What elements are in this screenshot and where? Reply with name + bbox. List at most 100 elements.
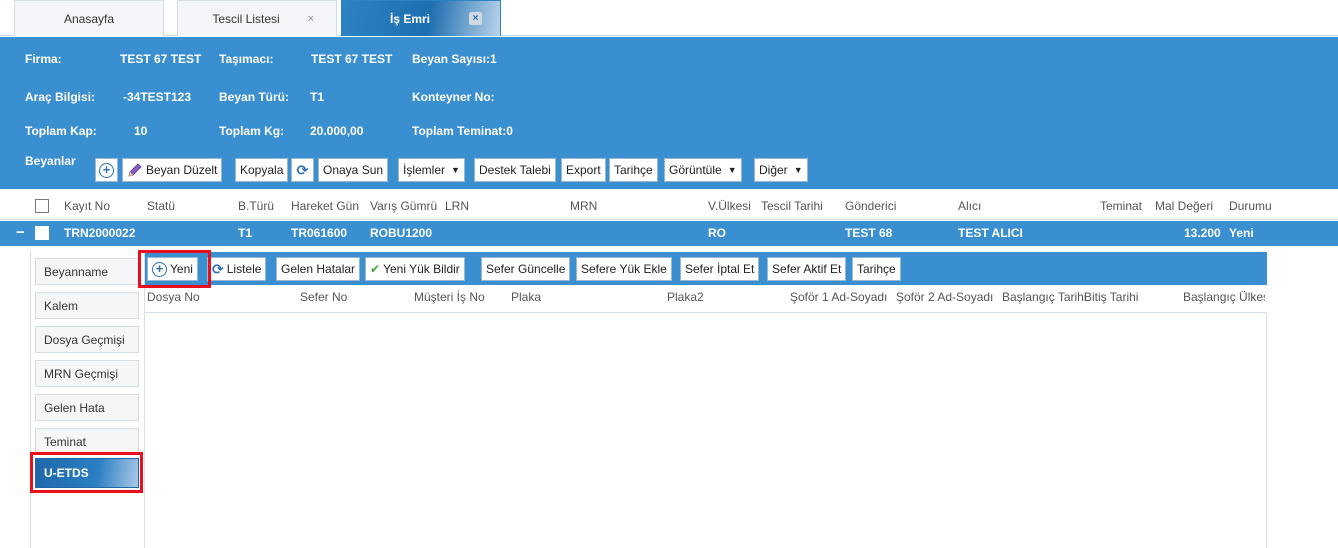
table-row[interactable]: − TRN2000022 T1 TR061600 ROBU1200 RO TES… xyxy=(0,221,1338,246)
cell-mal-degeri: 13.200 xyxy=(1184,226,1221,240)
add-declaration-button[interactable]: + xyxy=(95,158,118,182)
cell-gonderici: TEST 68 xyxy=(845,226,893,240)
button-label: Sefer Aktif Et xyxy=(772,262,842,276)
col-mrn[interactable]: MRN xyxy=(570,199,597,213)
side-item-kalem[interactable]: Kalem xyxy=(35,292,139,319)
caret-down-icon: ▼ xyxy=(793,165,803,175)
gelen-hatalar-button[interactable]: Gelen Hatalar xyxy=(276,257,361,281)
tab-label: Tescil Listesi xyxy=(212,11,280,26)
col-dosya-no[interactable]: Dosya No xyxy=(147,290,200,304)
side-item-u-etds[interactable]: U-ETDS xyxy=(35,458,139,488)
button-label: Destek Talebi xyxy=(479,163,551,177)
col-bitis-tarihi[interactable]: Bitiş Tarihi xyxy=(1084,290,1138,304)
col-baslangic-tarihi[interactable]: Başlangıç Tarihi xyxy=(1002,290,1087,304)
col-v-ulkesi[interactable]: V.Ülkesi xyxy=(708,199,751,213)
sefer-iptal-button[interactable]: Sefer İptal Et xyxy=(680,257,760,281)
button-label: Onaya Sun xyxy=(323,163,384,177)
tab-tescil-listesi[interactable]: Tescil Listesi × xyxy=(177,0,337,36)
export-button[interactable]: Export xyxy=(561,158,606,182)
islemler-dropdown[interactable]: İşlemler ▼ xyxy=(398,158,465,182)
toplam-kap-value: 10 xyxy=(134,124,148,138)
col-hareket-gun[interactable]: Hareket Gün xyxy=(291,199,359,213)
arac-value: -34TEST123 xyxy=(123,90,192,104)
caret-down-icon: ▼ xyxy=(451,165,460,175)
arac-label: Araç Bilgisi: xyxy=(25,90,96,104)
close-icon[interactable]: × xyxy=(308,13,314,25)
col-tescil-tarihi[interactable]: Tescil Tarihi xyxy=(761,199,823,213)
collapse-icon[interactable]: − xyxy=(16,224,25,241)
col-plaka[interactable]: Plaka xyxy=(511,290,541,304)
button-label: Sefere Yük Ekle xyxy=(581,262,667,276)
firma-label: Firma: xyxy=(25,52,62,66)
checkmark-icon: ✔ xyxy=(370,262,381,276)
col-mal-degeri[interactable]: Mal Değeri xyxy=(1155,199,1213,213)
col-b-turu[interactable]: B.Türü xyxy=(238,199,274,213)
col-gonderici[interactable]: Gönderici xyxy=(845,199,896,213)
tarihce-button[interactable]: Tarihçe xyxy=(609,158,658,182)
col-musteri-is-no[interactable]: Müşteri İş No xyxy=(414,290,485,304)
button-label: Export xyxy=(566,163,601,177)
button-label: Listele xyxy=(226,262,262,276)
col-sofor-2[interactable]: Şoför 2 Ad-Soyadı xyxy=(896,290,1001,304)
toplam-teminat: Toplam Teminat:0 xyxy=(412,124,513,138)
side-item-mrn-gecmisi[interactable]: MRN Geçmişi xyxy=(35,360,139,387)
tasimaci-label: Taşımacı: xyxy=(219,52,274,66)
side-item-teminat[interactable]: Teminat xyxy=(35,428,139,455)
tab-is-emri[interactable]: İş Emri × xyxy=(341,0,501,36)
col-durumu[interactable]: Durumu xyxy=(1229,199,1272,213)
plus-circle-icon: + xyxy=(152,261,167,277)
tab-label: İş Emri xyxy=(389,11,431,26)
button-label: Sefer Güncelle xyxy=(486,262,566,276)
beyan-duzelt-button[interactable]: Beyan Düzelt xyxy=(122,158,223,182)
col-statu[interactable]: Statü xyxy=(147,199,175,213)
destek-talebi-button[interactable]: Destek Talebi xyxy=(474,158,556,182)
u-etds-grid-header: Dosya No Sefer No Müşteri İş No Plaka Pl… xyxy=(145,286,1267,313)
toplam-kg-value: 20.000,00 xyxy=(310,124,364,138)
side-item-beyanname[interactable]: Beyanname xyxy=(35,258,139,285)
col-baslangic-ulkesi[interactable]: Başlangıç Ülkesi xyxy=(1183,290,1265,304)
pencil-icon xyxy=(128,163,142,177)
sefer-aktif-button[interactable]: Sefer Aktif Et xyxy=(767,257,847,281)
yeni-button[interactable]: + Yeni xyxy=(147,257,198,281)
goruntule-dropdown[interactable]: Görüntüle ▼ xyxy=(664,158,742,182)
declarations-grid-header: Kayıt No Statü B.Türü Hareket Gün Varış … xyxy=(0,193,1338,220)
diger-dropdown[interactable]: Diğer ▼ xyxy=(754,158,808,182)
close-icon[interactable]: × xyxy=(469,12,482,25)
col-alici[interactable]: Alıcı xyxy=(958,199,981,213)
refresh-button[interactable]: ⟳ xyxy=(291,158,314,182)
tasimaci-value: TEST 67 TEST xyxy=(311,52,393,66)
col-sofor-1[interactable]: Şoför 1 Ad-Soyadı xyxy=(790,290,895,304)
col-varis-gumru[interactable]: Varış Gümrü xyxy=(370,199,437,213)
toplam-kap-label: Toplam Kap: xyxy=(25,124,97,138)
tab-bar: Anasayfa Tescil Listesi × İş Emri × xyxy=(0,0,1338,36)
listele-button[interactable]: ⟳ Listele xyxy=(207,257,267,281)
firma-value: TEST 67 TEST xyxy=(120,52,202,66)
cell-varis: ROBU1200 xyxy=(370,226,433,240)
col-lrn[interactable]: LRN xyxy=(445,199,469,213)
yeni-yuk-bildir-button[interactable]: ✔ Yeni Yük Bildir xyxy=(365,257,465,281)
col-plaka2[interactable]: Plaka2 xyxy=(667,290,704,304)
tab-label: Anasayfa xyxy=(63,11,115,26)
col-sefer-no[interactable]: Sefer No xyxy=(300,290,347,304)
u-etds-grid-body xyxy=(145,313,1267,548)
sefer-guncelle-button[interactable]: Sefer Güncelle xyxy=(481,257,571,281)
cell-kayit-no: TRN2000022 xyxy=(64,226,136,240)
beyanlar-label: Beyanlar xyxy=(25,154,76,168)
detail-tarihce-button[interactable]: Tarihçe xyxy=(852,257,901,281)
col-kayit-no[interactable]: Kayıt No xyxy=(64,199,110,213)
kopyala-button[interactable]: Kopyala xyxy=(235,158,289,182)
row-checkbox[interactable] xyxy=(35,226,49,240)
sefere-yuk-ekle-button[interactable]: Sefere Yük Ekle xyxy=(576,257,672,281)
side-item-gelen-hata[interactable]: Gelen Hata xyxy=(35,394,139,421)
col-teminat[interactable]: Teminat xyxy=(1100,199,1142,213)
u-etds-toolbar: + Yeni ⟳ Listele Gelen Hatalar ✔ Yeni Yü… xyxy=(145,252,1267,285)
tab-anasayfa[interactable]: Anasayfa xyxy=(14,0,164,36)
button-label: Tarihçe xyxy=(614,163,653,177)
beyan-turu-label: Beyan Türü: xyxy=(219,90,290,104)
toplam-kg-label: Toplam Kg: xyxy=(219,124,285,138)
button-label: Yeni xyxy=(170,262,193,276)
onaya-sun-button[interactable]: Onaya Sun xyxy=(318,158,389,182)
side-item-dosya-gecmisi[interactable]: Dosya Geçmişi xyxy=(35,326,139,353)
select-all-checkbox[interactable] xyxy=(35,199,49,213)
cell-hareket: TR061600 xyxy=(291,226,348,240)
